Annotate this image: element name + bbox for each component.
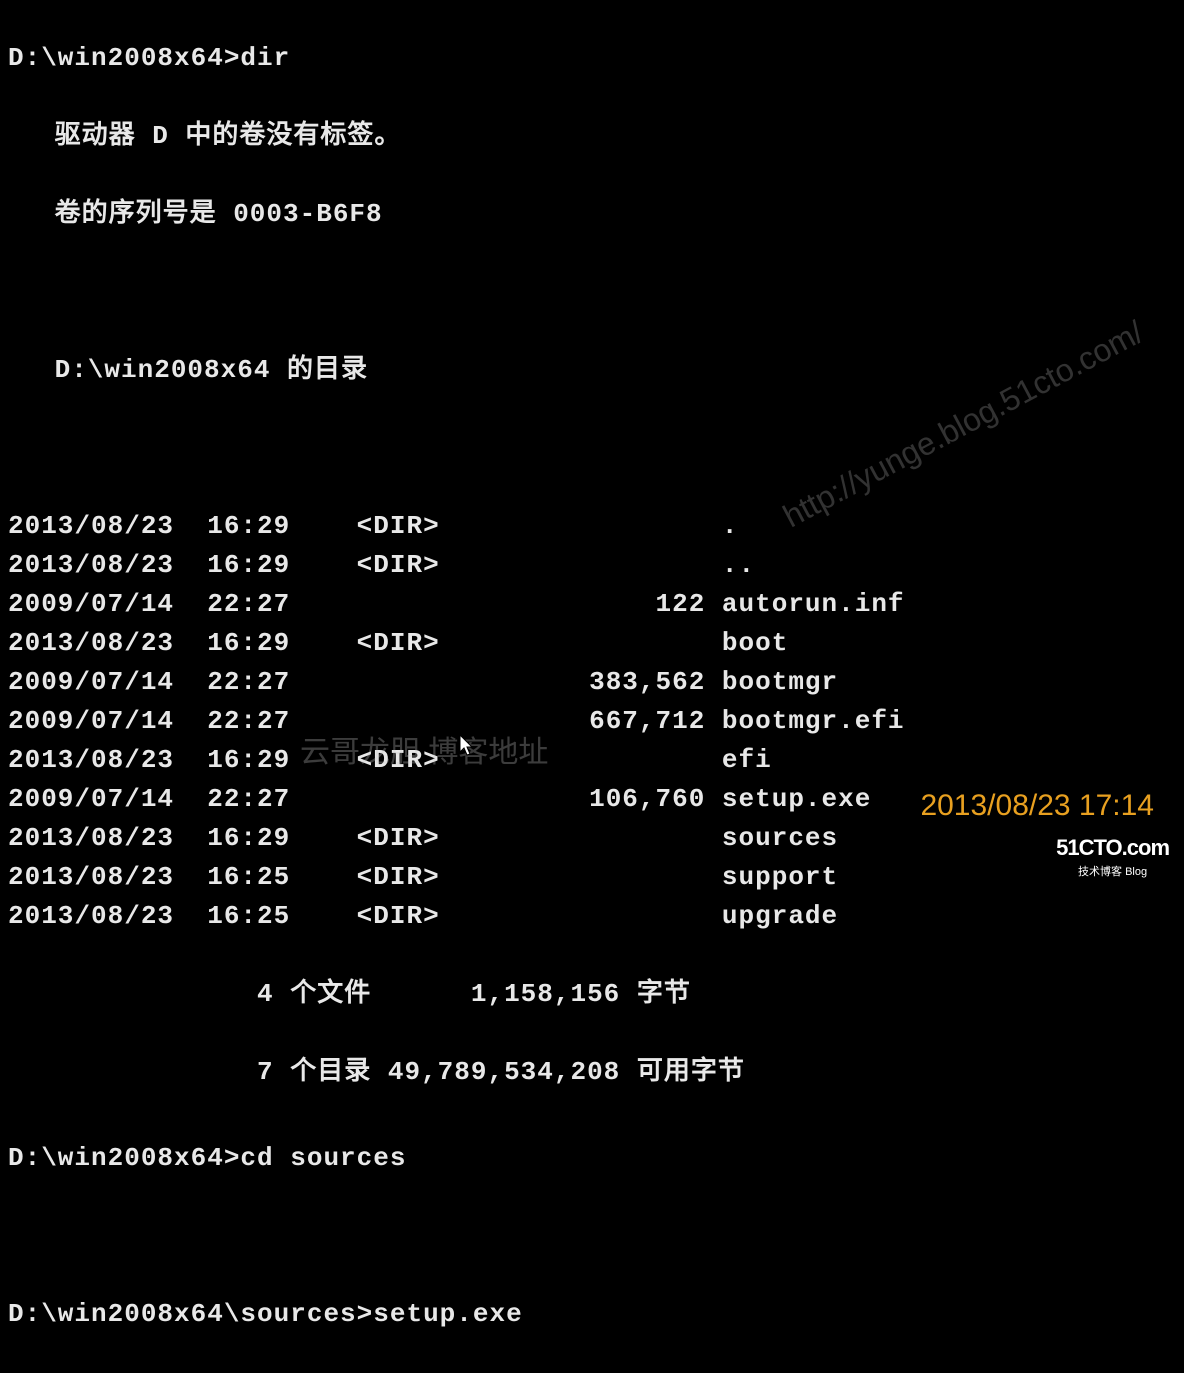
list-item: 2009/07/14 22:27 383,562 bootmgr — [8, 663, 1176, 702]
list-item: 2013/08/23 16:29 <DIR> . — [8, 507, 1176, 546]
directory-listing: 2013/08/23 16:29 <DIR> .2013/08/23 16:29… — [8, 507, 1176, 936]
summary-dirs: 7 个目录 49,789,534,208 可用字节 — [8, 1053, 1176, 1092]
photo-timestamp: 2013/08/23 17:14 — [920, 783, 1154, 828]
logo-text: 51CTO.com — [1056, 831, 1169, 864]
prompt-setup-exe: D:\win2008x64\sources>setup.exe — [8, 1295, 1176, 1334]
terminal-output[interactable]: D:\win2008x64>dir 驱动器 D 中的卷没有标签。 卷的序列号是 … — [0, 0, 1184, 1373]
list-item: 2009/07/14 22:27 122 autorun.inf — [8, 585, 1176, 624]
summary-files: 4 个文件 1,158,156 字节 — [8, 975, 1176, 1014]
prompt-dir: D:\win2008x64>dir — [8, 39, 1176, 78]
list-item: 2013/08/23 16:29 <DIR> efi — [8, 741, 1176, 780]
prompt-cd-sources: D:\win2008x64>cd sources — [8, 1139, 1176, 1178]
logo-subtitle: 技术博客 Blog — [1056, 864, 1169, 881]
list-item: 2013/08/23 16:25 <DIR> upgrade — [8, 897, 1176, 936]
blank-line — [8, 429, 1176, 468]
volume-serial-line: 卷的序列号是 0003-B6F8 — [8, 195, 1176, 234]
list-item: 2009/07/14 22:27 667,712 bootmgr.efi — [8, 702, 1176, 741]
volume-label-line: 驱动器 D 中的卷没有标签。 — [8, 117, 1176, 156]
list-item: 2013/08/23 16:29 <DIR> .. — [8, 546, 1176, 585]
blank-line — [8, 273, 1176, 312]
blank-line — [8, 1217, 1176, 1256]
directory-of-line: D:\win2008x64 的目录 — [8, 351, 1176, 390]
list-item: 2013/08/23 16:29 <DIR> boot — [8, 624, 1176, 663]
list-item: 2013/08/23 16:25 <DIR> support — [8, 858, 1176, 897]
site-logo: 51CTO.com 技术博客 Blog — [1056, 831, 1169, 881]
